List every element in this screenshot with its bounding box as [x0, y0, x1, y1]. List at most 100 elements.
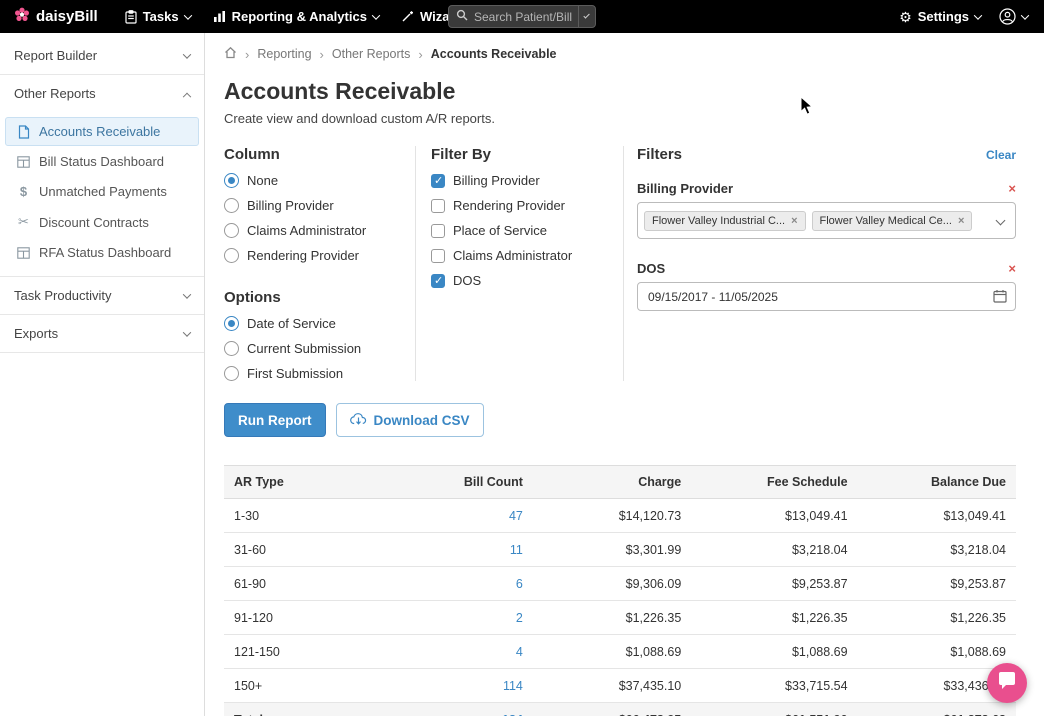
ar-type-cell: 31-60	[224, 533, 414, 567]
radio-icon[interactable]	[224, 366, 239, 381]
radio-icon[interactable]	[224, 173, 239, 188]
table-row: 91-120 2 $1,226.35 $1,226.35 $1,226.35	[224, 601, 1016, 635]
breadcrumb-other-reports[interactable]: Other Reports	[332, 47, 411, 61]
ar-type-cell: 91-120	[224, 601, 414, 635]
download-csv-label: Download CSV	[374, 413, 470, 428]
remove-dos-filter-icon[interactable]: ×	[1008, 262, 1016, 275]
tag-label: Flower Valley Industrial C...	[652, 215, 785, 227]
dos-filter-label: DOS	[637, 261, 665, 276]
charge-cell: $37,435.10	[533, 669, 691, 703]
nav-tasks[interactable]: Tasks	[116, 0, 200, 33]
fee-schedule-cell: $13,049.41	[691, 499, 857, 533]
checkbox-billing-provider[interactable]: Billing Provider	[431, 173, 613, 188]
top-nav-right: ⚙ Settings	[897, 0, 1030, 33]
balance-due-cell: $3,218.04	[858, 533, 1016, 567]
bill-count-link[interactable]: 2	[414, 601, 533, 635]
radio-option-first-submission[interactable]: First Submission	[224, 366, 405, 381]
radio-option-current-submission[interactable]: Current Submission	[224, 341, 405, 356]
filters-title: Filters	[637, 146, 682, 163]
run-report-button[interactable]: Run Report	[224, 403, 326, 437]
table-row: 31-60 11 $3,301.99 $3,218.04 $3,218.04	[224, 533, 1016, 567]
nav-reporting-analytics[interactable]: Reporting & Analytics	[204, 0, 388, 33]
download-csv-button[interactable]: Download CSV	[336, 403, 484, 437]
table-grid-icon	[16, 247, 31, 259]
bill-count-link[interactable]: 4	[414, 635, 533, 669]
charge-cell: $9,306.09	[533, 567, 691, 601]
sidebar-section-other-reports[interactable]: Other Reports	[0, 75, 204, 112]
checkbox-label: Rendering Provider	[453, 198, 565, 213]
chevron-down-icon	[372, 11, 380, 19]
radio-icon[interactable]	[224, 198, 239, 213]
nav-reporting-label: Reporting & Analytics	[232, 9, 367, 24]
report-config-row: Column None Billing Provider Claims Admi…	[224, 146, 1016, 381]
radio-icon[interactable]	[224, 341, 239, 356]
options-section-title: Options	[224, 289, 405, 306]
nav-settings[interactable]: ⚙ Settings	[897, 0, 983, 33]
col-header-bill-count: Bill Count	[414, 466, 533, 499]
account-menu[interactable]	[997, 0, 1030, 33]
radio-icon[interactable]	[224, 316, 239, 331]
chevron-down-icon	[183, 50, 191, 58]
sidebar-item-rfa-status-dashboard[interactable]: RFA Status Dashboard	[5, 238, 199, 267]
home-icon[interactable]	[224, 46, 237, 62]
checkbox-place-of-service[interactable]: Place of Service	[431, 223, 613, 238]
total-balance-due-cell: $61,272.63	[858, 703, 1016, 716]
chevron-down-icon[interactable]	[996, 216, 1006, 226]
remove-tag-icon[interactable]: ×	[791, 215, 797, 227]
sidebar-item-bill-status-dashboard[interactable]: Bill Status Dashboard	[5, 147, 199, 176]
sidebar-item-accounts-receivable[interactable]: Accounts Receivable	[5, 117, 199, 146]
billing-provider-filter-group: Billing Provider × Flower Valley Industr…	[637, 181, 1016, 239]
brand-logo[interactable]: daisyBill	[14, 7, 98, 27]
checkbox-label: Billing Provider	[453, 173, 540, 188]
breadcrumb-separator: ›	[418, 47, 422, 62]
checkbox-icon[interactable]	[431, 274, 445, 288]
checkbox-claims-administrator[interactable]: Claims Administrator	[431, 248, 613, 263]
table-total-row: Total 184 $66,478.95 $61,551.90 $61,272.…	[224, 703, 1016, 716]
clear-filters-link[interactable]: Clear	[986, 148, 1016, 162]
breadcrumb-reporting[interactable]: Reporting	[257, 47, 311, 61]
billing-provider-multiselect[interactable]: Flower Valley Industrial C... × Flower V…	[637, 202, 1016, 239]
checkbox-icon[interactable]	[431, 199, 445, 213]
page-title: Accounts Receivable	[224, 78, 1016, 105]
radio-icon[interactable]	[224, 248, 239, 263]
sidebar-item-unmatched-payments[interactable]: $ Unmatched Payments	[5, 177, 199, 206]
radio-column-billing-provider[interactable]: Billing Provider	[224, 198, 405, 213]
sidebar-section-report-builder[interactable]: Report Builder	[0, 37, 204, 75]
sidebar: Report Builder Other Reports Accounts Re…	[0, 33, 205, 716]
chat-launcher-button[interactable]	[987, 663, 1027, 703]
checkbox-icon[interactable]	[431, 224, 445, 238]
scissors-icon: ✂	[16, 214, 31, 230]
bar-chart-icon	[213, 10, 226, 23]
radio-column-none[interactable]: None	[224, 173, 405, 188]
remove-tag-icon[interactable]: ×	[958, 215, 964, 227]
remove-billing-provider-filter-icon[interactable]: ×	[1008, 182, 1016, 195]
sidebar-section-task-productivity[interactable]: Task Productivity	[0, 277, 204, 315]
chevron-down-icon	[183, 290, 191, 298]
radio-icon[interactable]	[224, 223, 239, 238]
search-box[interactable]: Search Patient/Bill	[448, 5, 596, 28]
bill-count-link[interactable]: 114	[414, 669, 533, 703]
dos-date-range-input[interactable]: 09/15/2017 - 11/05/2025	[637, 282, 1016, 311]
radio-label: None	[247, 173, 278, 188]
bill-count-link[interactable]: 6	[414, 567, 533, 601]
billing-provider-tag: Flower Valley Medical Ce... ×	[812, 211, 973, 231]
fee-schedule-cell: $9,253.87	[691, 567, 857, 601]
wand-icon	[401, 10, 414, 23]
sidebar-section-exports[interactable]: Exports	[0, 315, 204, 353]
table-row: 150+ 114 $37,435.10 $33,715.54 $33,436.2…	[224, 669, 1016, 703]
checkbox-dos[interactable]: DOS	[431, 273, 613, 288]
radio-option-date-of-service[interactable]: Date of Service	[224, 316, 405, 331]
fee-schedule-cell: $33,715.54	[691, 669, 857, 703]
sidebar-item-discount-contracts[interactable]: ✂ Discount Contracts	[5, 207, 199, 237]
checkbox-icon[interactable]	[431, 174, 445, 188]
calendar-icon[interactable]	[993, 289, 1007, 306]
checkbox-rendering-provider[interactable]: Rendering Provider	[431, 198, 613, 213]
radio-column-claims-administrator[interactable]: Claims Administrator	[224, 223, 405, 238]
bill-count-link[interactable]: 47	[414, 499, 533, 533]
radio-column-rendering-provider[interactable]: Rendering Provider	[224, 248, 405, 263]
nav-settings-label: Settings	[918, 9, 969, 24]
total-bill-count-link[interactable]: 184	[414, 703, 533, 716]
checkbox-icon[interactable]	[431, 249, 445, 263]
chevron-down-icon[interactable]	[583, 12, 590, 19]
bill-count-link[interactable]: 11	[414, 533, 533, 567]
